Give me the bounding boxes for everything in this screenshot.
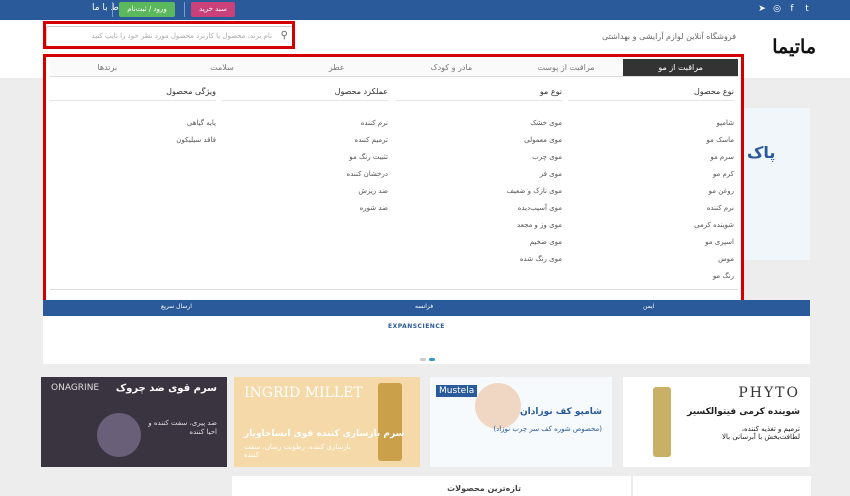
product-image — [97, 413, 141, 457]
social-links: t f ◎ ➤ — [757, 3, 812, 15]
login-button[interactable]: ورود / ثبت‌نام — [119, 2, 175, 17]
ad-desc: (مخصوص شوره کف سر چرب نوزاد) — [493, 425, 602, 433]
ad-desc: بازسازی کننده، رطوبت رسان، سفت کننده — [244, 443, 351, 459]
ad-brand: Mustela — [436, 385, 478, 397]
ad-desc: ترمیم و تغذیه کننده، لطافت‌بخش با آبرسان… — [722, 425, 800, 441]
ad-brand: INGRID MILLET — [244, 385, 363, 401]
feature-label: فرانسه — [415, 303, 434, 310]
ad-phyto[interactable]: PHYTO شوینده کرمی فیتوالکسیر ترمیم و تغذ… — [623, 377, 810, 467]
hero-banner-peek[interactable]: پاک — [742, 108, 810, 260]
ad-title: سرم بازسازی کننده قوی انساخاویار — [244, 429, 405, 439]
section-title: تازه‌ترین محصولات — [447, 484, 521, 493]
site-logo[interactable]: ماتیما — [772, 36, 817, 58]
product-image — [475, 383, 521, 429]
slider-dot[interactable] — [420, 358, 426, 361]
highlight-box-search — [43, 21, 295, 49]
bottom-section: تازه‌ترین محصولات — [41, 476, 811, 496]
ad-brand: ONAGRINE — [51, 383, 100, 393]
ad-title: شوینده کرمی فیتوالکسیر — [687, 407, 800, 417]
feature-label: ایمن — [643, 303, 655, 310]
feature-bar: ارسال سریع فرانسه ایمن — [43, 300, 810, 316]
instagram-icon[interactable]: ◎ — [772, 3, 782, 15]
product-image — [653, 387, 671, 457]
top-bar: t f ◎ ➤ ارتباط با ما ورود / ثبت‌نام سبد … — [0, 0, 850, 20]
hero-banner-text: پاک — [747, 143, 776, 162]
ad-title: سرم قوی ضد چروک — [115, 383, 217, 394]
feature-label: ارسال سریع — [161, 303, 192, 310]
telegram-icon[interactable]: ➤ — [757, 3, 767, 15]
product-image — [378, 383, 402, 461]
slider-dot-active[interactable] — [429, 358, 435, 361]
side-panel — [633, 476, 811, 496]
ad-desc: ضد پیری، سفت کننده و احیا کننده — [148, 419, 217, 436]
divider — [112, 2, 113, 17]
ad-title: شامپو کف نوزادان — [519, 407, 602, 417]
ad-mustela[interactable]: Mustela شامپو کف نوزادان (مخصوص شوره کف … — [430, 377, 612, 467]
expanscience-logo[interactable]: EXPANSCIENCE — [388, 323, 445, 330]
facebook-icon[interactable]: f — [787, 3, 797, 15]
highlight-box-mega-menu — [43, 54, 744, 307]
ad-onagrine[interactable]: ONAGRINE سرم قوی ضد چروک ضد پیری، سفت کن… — [41, 377, 227, 467]
latest-products-panel: تازه‌ترین محصولات — [232, 476, 631, 496]
tagline: فروشگاه آنلاین لوازم آرایشی و بهداشتی — [602, 32, 737, 41]
ad-ingrid-millet[interactable]: INGRID MILLET سرم بازسازی کننده قوی انسا… — [234, 377, 420, 467]
slider-dots — [420, 358, 435, 361]
twitter-icon[interactable]: t — [802, 3, 812, 15]
divider — [184, 2, 185, 17]
ad-brand: PHYTO — [738, 385, 800, 401]
cart-button[interactable]: سبد خرید — [191, 2, 235, 17]
